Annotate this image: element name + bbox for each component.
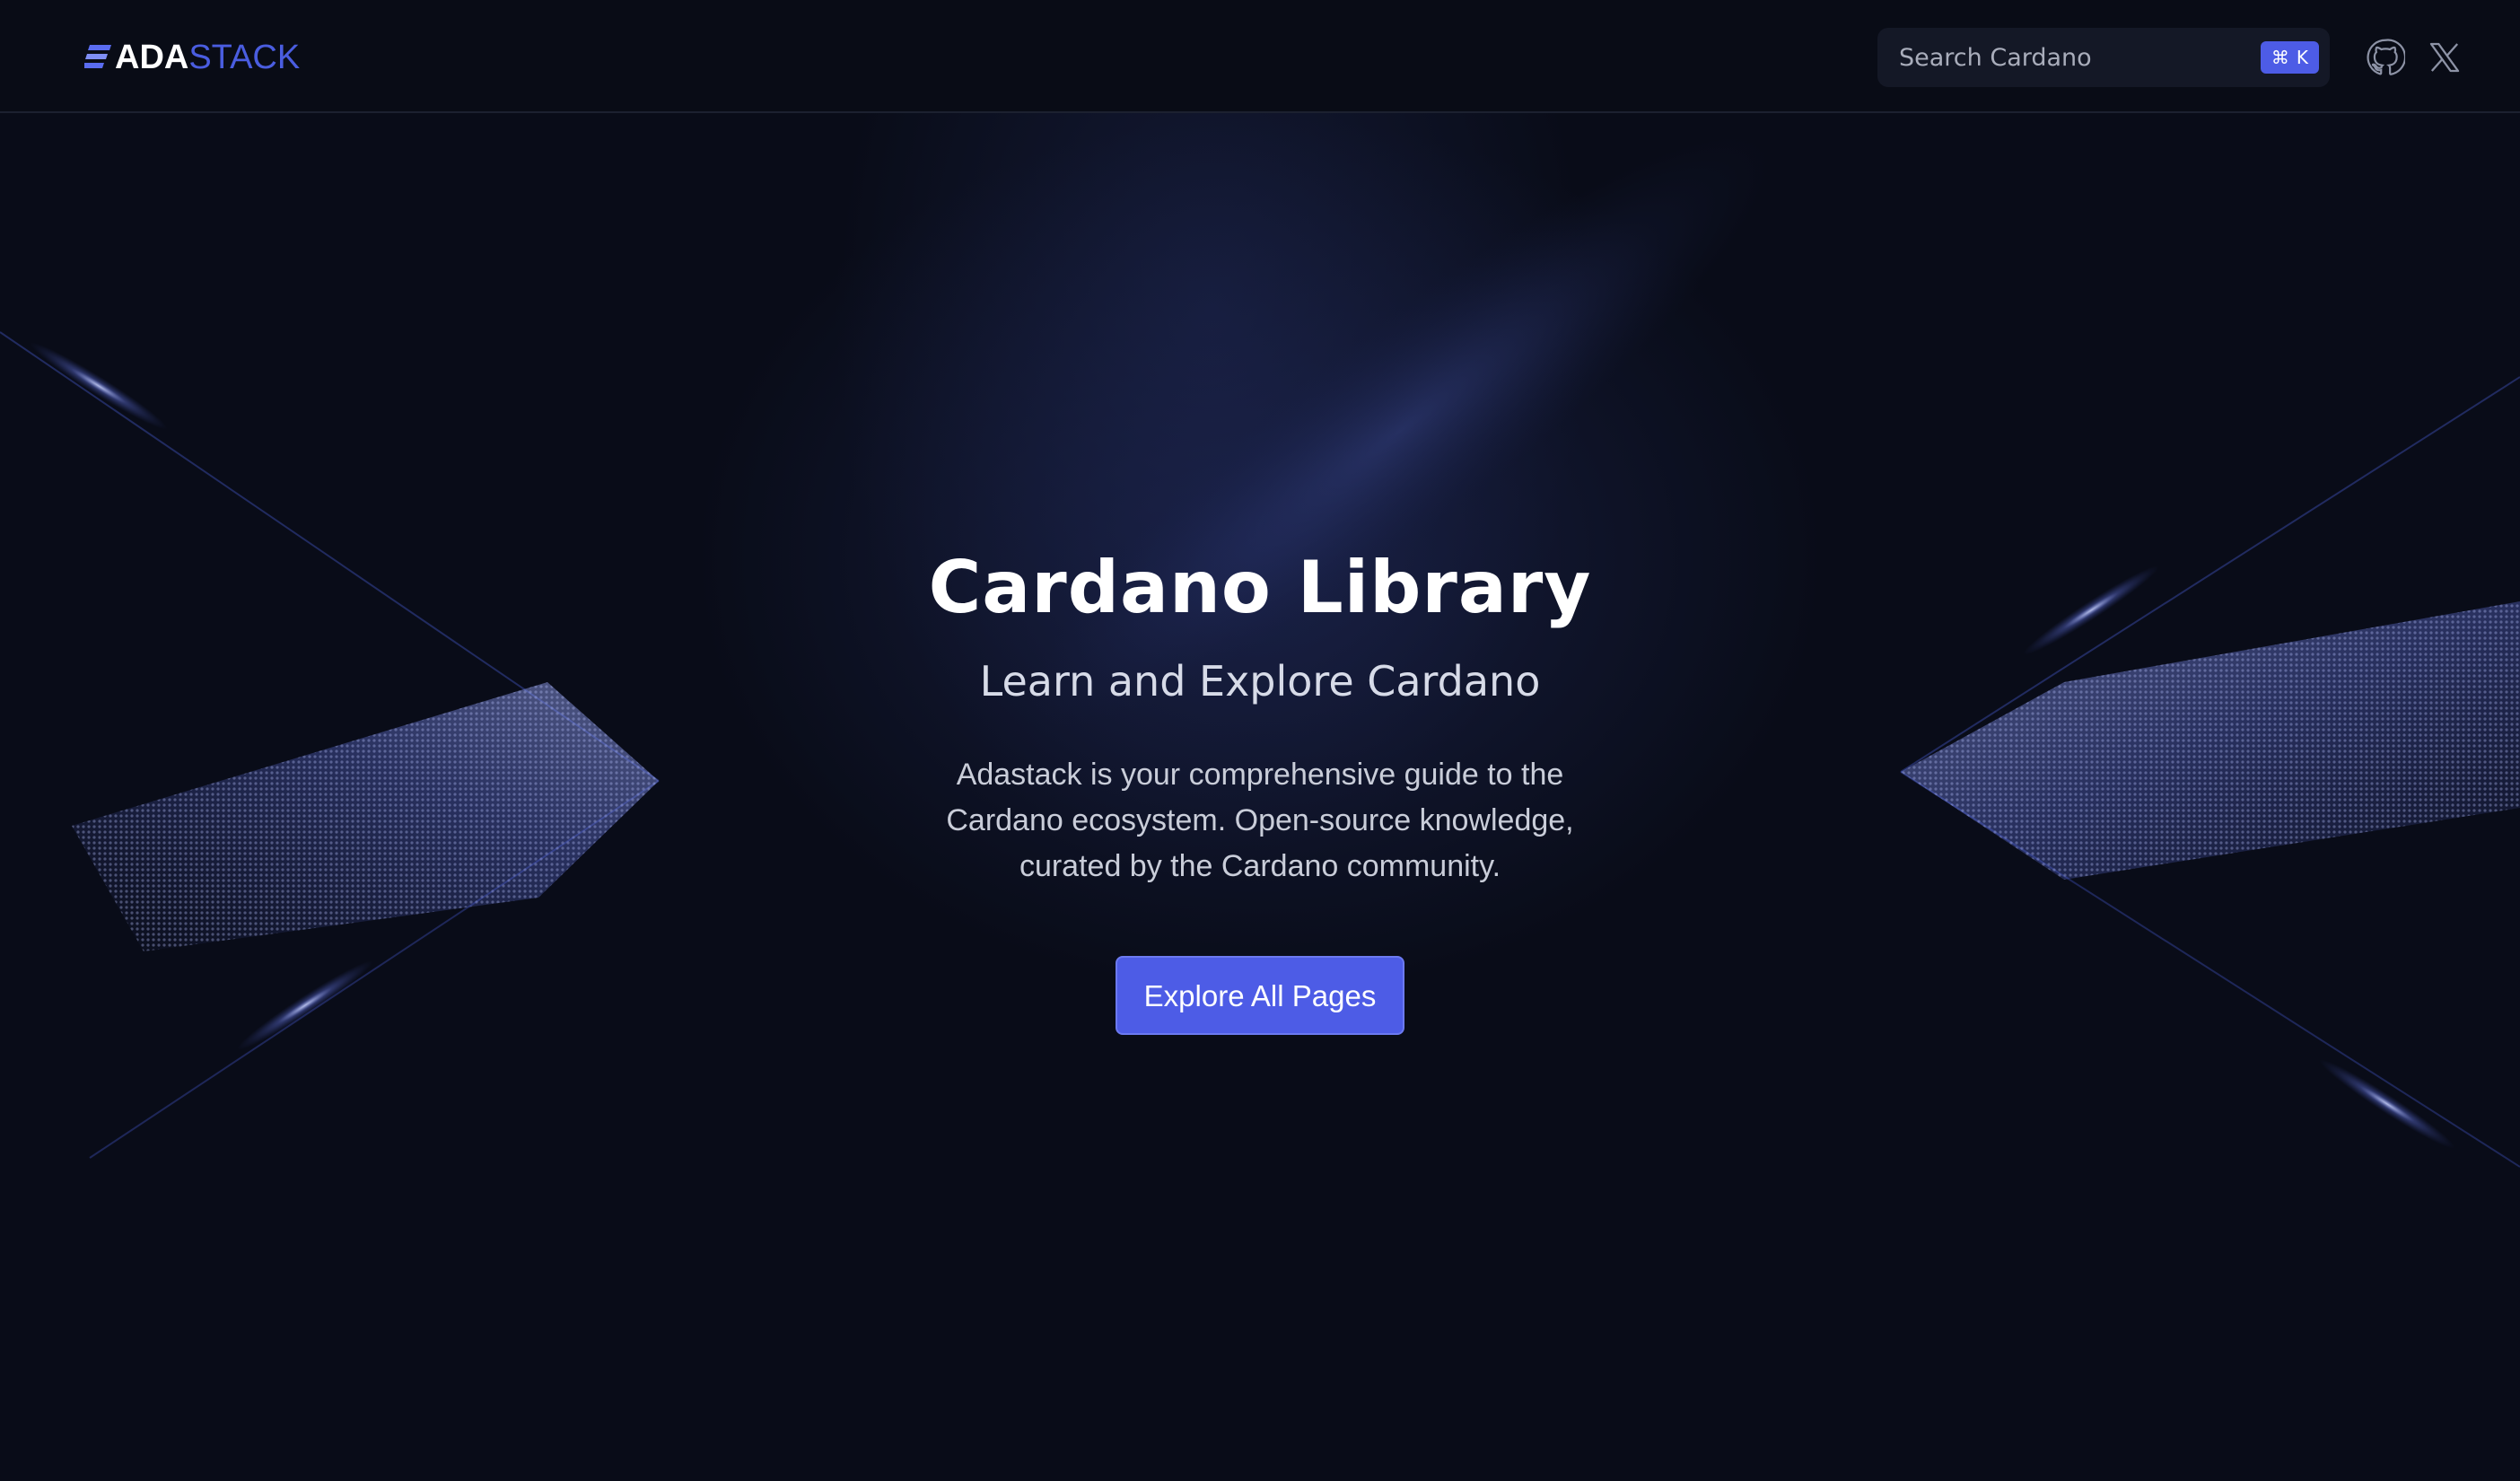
logo-text-stack: STACK <box>188 38 301 76</box>
shortcut-badge: ⌘ K <box>2260 41 2319 74</box>
logo-icon <box>84 45 111 68</box>
logo-link[interactable]: ADA STACK <box>84 36 300 79</box>
command-key-icon: ⌘ <box>2271 47 2289 68</box>
hero-description: Adastack is your comprehensive guide to … <box>946 758 1574 883</box>
explore-all-pages-button[interactable]: Explore All Pages <box>1116 956 1404 1035</box>
search-placeholder: Search Cardano <box>1899 43 2092 72</box>
page: ADA STACK Search Cardano ⌘ K Cardano Libr… <box>0 0 2520 1481</box>
top-navbar: ADA STACK Search Cardano ⌘ K <box>0 0 2520 113</box>
x-icon <box>2429 42 2460 73</box>
shortcut-key: K <box>2296 47 2308 68</box>
search-input[interactable]: Search Cardano ⌘ K <box>1877 28 2330 87</box>
github-link[interactable] <box>2366 38 2405 77</box>
logo-text-ada: ADA <box>115 38 189 76</box>
hero-subtitle: Learn and Explore Cardano <box>979 657 1541 705</box>
x-twitter-link[interactable] <box>2425 38 2464 77</box>
hero-title: Cardano Library <box>928 546 1592 629</box>
github-icon <box>2367 39 2405 75</box>
hero-section: Cardano Library Learn and Explore Cardan… <box>0 539 2520 1035</box>
